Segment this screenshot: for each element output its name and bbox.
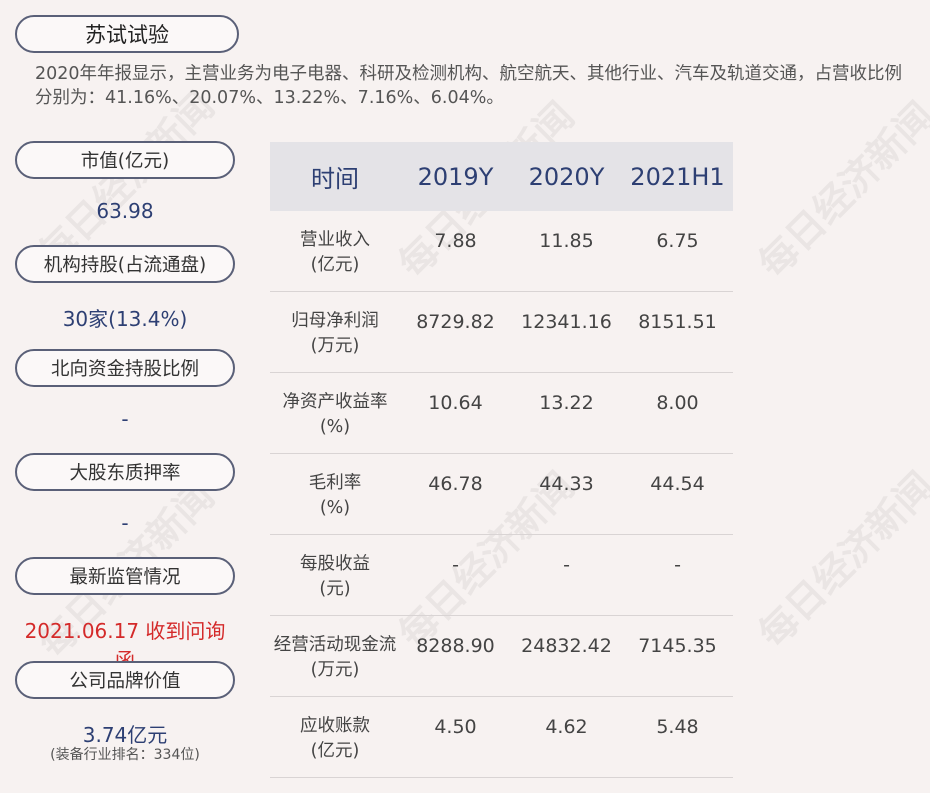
table-row: 每股收益 (元) - - -	[270, 535, 733, 616]
header-2019: 2019Y	[417, 162, 494, 191]
cell-value: -	[563, 554, 570, 576]
header-2021h1: 2021H1	[630, 162, 725, 191]
table-row: 营业收入 (亿元) 7.88 11.85 6.75	[270, 211, 733, 292]
pledge-ratio-value: -	[121, 511, 129, 535]
row-label: 归母净利润 (万元)	[291, 311, 379, 356]
business-intro: 2020年年报显示，主营业务为电子电器、科研及检测机构、航空航天、其他行业、汽车…	[35, 64, 903, 108]
table-row: 经营活动现金流 (万元) 8288.90 24832.42 7145.35	[270, 616, 733, 697]
cell-value: 24832.42	[521, 635, 612, 657]
cell-value: 8.00	[656, 392, 699, 414]
cell-value: 5.48	[656, 716, 699, 738]
cell-value: 44.33	[539, 473, 594, 495]
cell-value: 11.85	[539, 230, 594, 252]
table-row: 归母净利润 (万元) 8729.82 12341.16 8151.51	[270, 292, 733, 373]
northbound-holding-value: -	[121, 407, 129, 431]
cell-value: 8151.51	[638, 311, 717, 333]
cell-value: 7.88	[434, 230, 477, 252]
row-label: 毛利率 (%)	[308, 473, 362, 518]
financial-table: 时间 2019Y 2020Y 2021H1 营业收入 (亿元) 7.88 11.8…	[270, 142, 733, 778]
table-row: 净资产收益率 (%) 10.64 13.22 8.00	[270, 373, 733, 454]
market-cap-value: 63.98	[96, 199, 154, 223]
cell-value: 12341.16	[521, 311, 612, 333]
header-2020: 2020Y	[528, 162, 605, 191]
row-label: 净资产收益率 (%)	[282, 392, 388, 437]
cell-value: 44.54	[650, 473, 705, 495]
institutional-holding-value: 30家(13.4%)	[62, 307, 188, 331]
cell-value: 4.50	[434, 716, 477, 738]
table-row: 毛利率 (%) 46.78 44.33 44.54	[270, 454, 733, 535]
cell-value: 6.75	[656, 230, 699, 252]
header-period: 时间	[311, 165, 359, 193]
institutional-holding-label: 机构持股(占流通盘)	[15, 245, 235, 283]
table-row: 应收账款 (亿元) 4.50 4.62 5.48	[270, 697, 733, 778]
cell-value: 13.22	[539, 392, 594, 414]
cell-value: 46.78	[428, 473, 483, 495]
row-label: 营业收入 (亿元)	[300, 230, 370, 275]
row-label: 每股收益 (元)	[300, 554, 370, 599]
table-header: 时间 2019Y 2020Y 2021H1	[270, 142, 733, 211]
northbound-holding-label: 北向资金持股比例	[15, 349, 235, 387]
cell-value: 8288.90	[416, 635, 495, 657]
market-cap-label: 市值(亿元)	[15, 141, 235, 179]
company-title: 苏试试验	[15, 15, 239, 53]
cell-value: 10.64	[428, 392, 483, 414]
cell-value: 8729.82	[416, 311, 495, 333]
row-label: 经营活动现金流 (万元)	[273, 635, 397, 680]
cell-value: 7145.35	[638, 635, 717, 657]
brand-rank-note: (装备行业排名：334位)	[50, 747, 200, 763]
row-label: 应收账款 (亿元)	[300, 716, 370, 761]
brand-value-label: 公司品牌价值	[15, 661, 235, 699]
cell-value: 4.62	[545, 716, 588, 738]
cell-value: -	[452, 554, 459, 576]
watermark: 每日经济新闻	[749, 93, 930, 287]
pledge-ratio-label: 大股东质押率	[15, 453, 235, 491]
watermark: 每日经济新闻	[749, 463, 930, 657]
regulatory-status-label: 最新监管情况	[15, 557, 235, 595]
cell-value: -	[674, 554, 681, 576]
